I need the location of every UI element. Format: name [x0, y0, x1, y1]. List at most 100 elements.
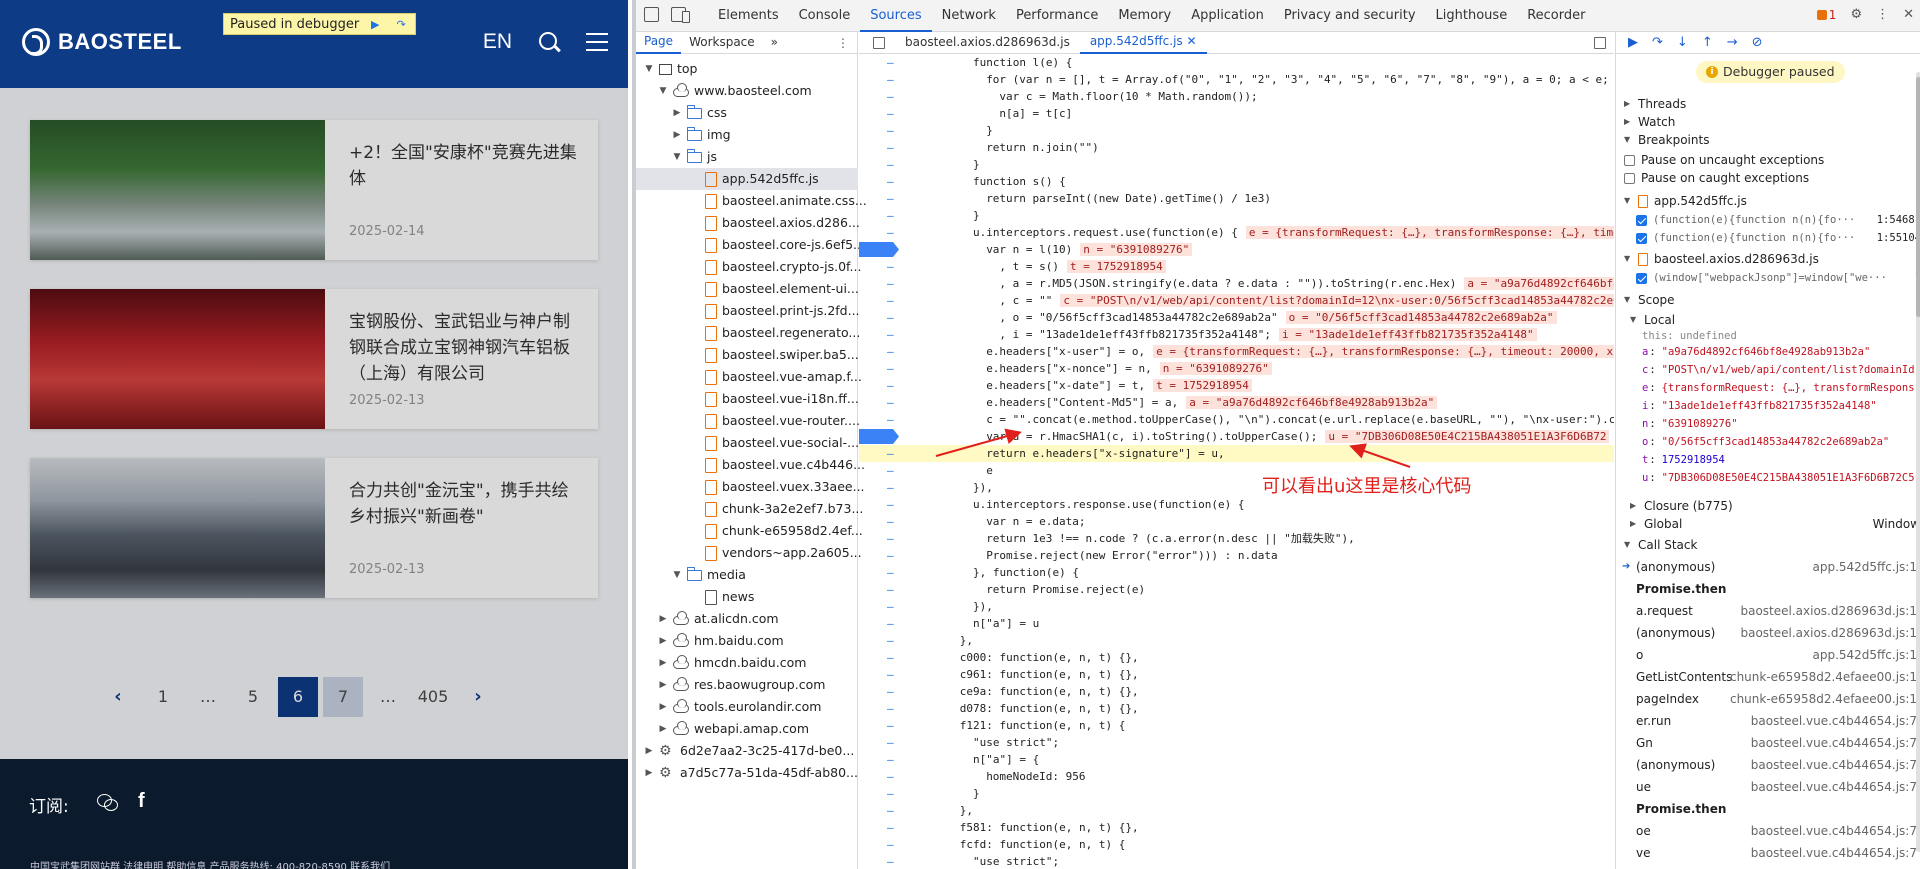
scope-variable[interactable]: u: "7DB306D08E50E4C215BA438051E1A3F6D6B72…: [1642, 468, 1915, 488]
line-gutter-marker[interactable]: –: [887, 411, 897, 428]
site-logo[interactable]: BAOSTEEL: [22, 28, 182, 56]
code-line[interactable]: –}: [859, 785, 1614, 802]
expand-toggle-icon[interactable]: ▶: [658, 718, 668, 740]
next-page-button[interactable]: ›: [458, 677, 498, 717]
expand-toggle-icon[interactable]: ▶: [672, 102, 682, 124]
tree-file[interactable]: baosteel.regenerato...: [690, 322, 860, 344]
expand-toggle-icon[interactable]: ▶: [644, 740, 654, 762]
tree-host[interactable]: ▶ res.baowugroup.com: [658, 674, 825, 696]
code-line[interactable]: – e.headers["x-nonce"] = n, n = "639108927…: [859, 360, 1614, 377]
code-line[interactable]: – "use strict";: [859, 734, 1614, 751]
tree-worker[interactable]: ▶ ⚙ 6d2e7aa2-3c25-417d-be0...: [644, 740, 855, 762]
tree-file[interactable]: baosteel.print-js.2fd...: [690, 300, 860, 322]
deactivate-breakpoints-icon[interactable]: ⊘: [1752, 35, 1763, 50]
news-title[interactable]: 合力共创"金沅宝"，携手共绘乡村振兴"新画卷": [349, 478, 578, 530]
line-gutter-marker[interactable]: –: [887, 751, 897, 768]
line-gutter-marker[interactable]: –: [887, 547, 897, 564]
call-frame[interactable]: a.request baosteel.axios.d286963d.js:1: [1616, 600, 1920, 622]
code-line[interactable]: – fcfd: function(e, n, t) {: [859, 836, 1614, 853]
frame-location[interactable]: chunk-e65958d2.4efaee00.js:1: [1730, 666, 1917, 688]
frame-location[interactable]: baosteel.axios.d286963d.js:1: [1740, 622, 1917, 644]
tree-host[interactable]: ▶ hm.baidu.com: [658, 630, 784, 652]
line-gutter-marker[interactable]: –: [887, 156, 897, 173]
code-line[interactable]: – n["a"] = {: [859, 751, 1614, 768]
call-frame[interactable]: oe baosteel.vue.c4b44654.js:7: [1616, 820, 1920, 842]
line-gutter-marker[interactable]: –: [887, 615, 897, 632]
code-line[interactable]: –}: [859, 156, 1614, 173]
tree-file-news[interactable]: news: [690, 586, 754, 608]
breakpoint-entry[interactable]: (window["webpackJsonp"]=window["we···1: [1636, 268, 1920, 288]
code-line[interactable]: – d078: function(e, n, t) {},: [859, 700, 1614, 717]
line-gutter-marker[interactable]: –: [887, 224, 897, 241]
code-line[interactable]: var u = r.HmacSHA1(c, i).toString().toUp…: [859, 428, 1614, 445]
code-line[interactable]: –}),: [859, 598, 1614, 615]
tab-memory[interactable]: Memory: [1108, 0, 1181, 32]
call-frame[interactable]: pageIndex chunk-e65958d2.4efaee00.js:1: [1616, 688, 1920, 710]
more-tabs-icon[interactable]: »: [763, 32, 786, 53]
tab-performance[interactable]: Performance: [1006, 0, 1108, 32]
frame-location[interactable]: app.542d5ffc.js:1: [1812, 644, 1917, 666]
code-line[interactable]: – u.interceptors.response.use(function(e)…: [859, 496, 1614, 513]
code-line[interactable]: var n = l(10) n = "6391089276": [859, 241, 1614, 258]
line-gutter-marker[interactable]: –: [887, 462, 897, 479]
frame-location[interactable]: baosteel.vue.c4b44654.js:7: [1751, 754, 1917, 776]
line-gutter-marker[interactable]: –: [887, 785, 897, 802]
code-line[interactable]: –},: [859, 802, 1614, 819]
section-watch[interactable]: ▶ Watch: [1624, 112, 1675, 132]
tree-host[interactable]: ▶ at.alicdn.com: [658, 608, 779, 630]
frame-location[interactable]: baosteel.vue.c4b44654.js:7: [1751, 732, 1917, 754]
tab-sources[interactable]: Sources: [860, 0, 932, 32]
tab-network[interactable]: Network: [932, 0, 1006, 32]
expand-toggle-icon[interactable]: ▼: [658, 80, 668, 102]
frame-location[interactable]: baosteel.axios.d286963d.js:1: [1740, 600, 1917, 622]
scope-variable[interactable]: o: "0/56f5cff3cad14853a44782c2e689ab2a": [1642, 432, 1889, 452]
step-over-button[interactable]: ↷: [391, 16, 411, 32]
tree-domain[interactable]: ▼ www.baosteel.com: [658, 80, 812, 102]
code-line[interactable]: – ce9a: function(e, n, t) {},: [859, 683, 1614, 700]
code-line[interactable]: – for (var n = [], t = Array.of("0", "1",…: [859, 71, 1614, 88]
settings-gear-icon[interactable]: ⚙: [1850, 7, 1862, 22]
tree-folder-img[interactable]: ▶ img: [672, 124, 731, 146]
code-line[interactable]: – f581: function(e, n, t) {},: [859, 819, 1614, 836]
breakpoint-file[interactable]: ▼ app.542d5ffc.js: [1624, 191, 1747, 211]
code-line[interactable]: –}),: [859, 479, 1614, 496]
news-item[interactable]: 宝钢股份、宝武铝业与神户制钢联合成立宝钢神钢汽车铝板（上海）有限公司 2025-…: [30, 289, 598, 429]
code-view[interactable]: – function l(e) {– for (var n = [], t = Ar…: [859, 54, 1614, 869]
wechat-icon[interactable]: [97, 793, 118, 811]
line-gutter-marker[interactable]: –: [887, 377, 897, 394]
code-line[interactable]: – return parseInt((new Date).getTime() / …: [859, 190, 1614, 207]
tab-recorder[interactable]: Recorder: [1517, 0, 1595, 32]
breakpoint-file[interactable]: ▼ baosteel.axios.d286963d.js: [1624, 249, 1819, 269]
line-gutter-marker[interactable]: –: [887, 207, 897, 224]
code-line[interactable]: – n[a] = t[c]: [859, 105, 1614, 122]
scope-variable[interactable]: a: "a9a76d4892cf646bf8e4928ab913b2a": [1642, 342, 1870, 362]
tree-top-frame[interactable]: ▼ top: [644, 58, 698, 80]
tab-privacy-and-security[interactable]: Privacy and security: [1274, 0, 1426, 32]
page-7[interactable]: 7: [323, 677, 363, 717]
tree-file[interactable]: app.542d5ffc.js: [636, 168, 858, 190]
line-gutter-marker[interactable]: –: [887, 360, 897, 377]
issues-badge[interactable]: 1: [1816, 8, 1836, 22]
line-gutter-marker[interactable]: –: [887, 139, 897, 156]
scope-variable[interactable]: c: "POST\n/v1/web/api/content/list?domain…: [1642, 360, 1915, 380]
tree-host[interactable]: ▶ hmcdn.baidu.com: [658, 652, 806, 674]
code-line[interactable]: – u.interceptors.request.use(function(e) …: [859, 224, 1614, 241]
call-frame[interactable]: GetListContents chunk-e65958d2.4efaee00.j…: [1616, 666, 1920, 688]
page-5[interactable]: 5: [233, 677, 273, 717]
tab-workspace[interactable]: Workspace: [681, 32, 763, 53]
code-line[interactable]: – c000: function(e, n, t) {},: [859, 649, 1614, 666]
tree-file[interactable]: baosteel.vue-i18n.ff...: [690, 388, 859, 410]
navigator-menu-icon[interactable]: ⋮: [837, 36, 857, 50]
call-frame[interactable]: (anonymous) app.542d5ffc.js:1: [1616, 556, 1920, 578]
code-line[interactable]: – , o = "0/56f5cff3cad14853a44782c2e689a…: [859, 309, 1614, 326]
expand-toggle-icon[interactable]: ▶: [658, 696, 668, 718]
line-gutter-marker[interactable]: –: [887, 700, 897, 717]
line-gutter-marker[interactable]: –: [887, 598, 897, 615]
code-line[interactable]: – return e.headers["x-signature"] = u,: [859, 445, 1614, 462]
pause-uncaught-option[interactable]: Pause on uncaught exceptions: [1624, 150, 1824, 170]
line-gutter-marker[interactable]: –: [887, 394, 897, 411]
tree-file[interactable]: chunk-e65958d2.4ef...: [690, 520, 863, 542]
code-line[interactable]: – e.headers["Content-Md5"] = a, a = "a9a76…: [859, 394, 1614, 411]
section-threads[interactable]: ▶ Threads: [1624, 94, 1686, 114]
frame-location[interactable]: baosteel.vue.c4b44654.js:7: [1751, 820, 1917, 842]
